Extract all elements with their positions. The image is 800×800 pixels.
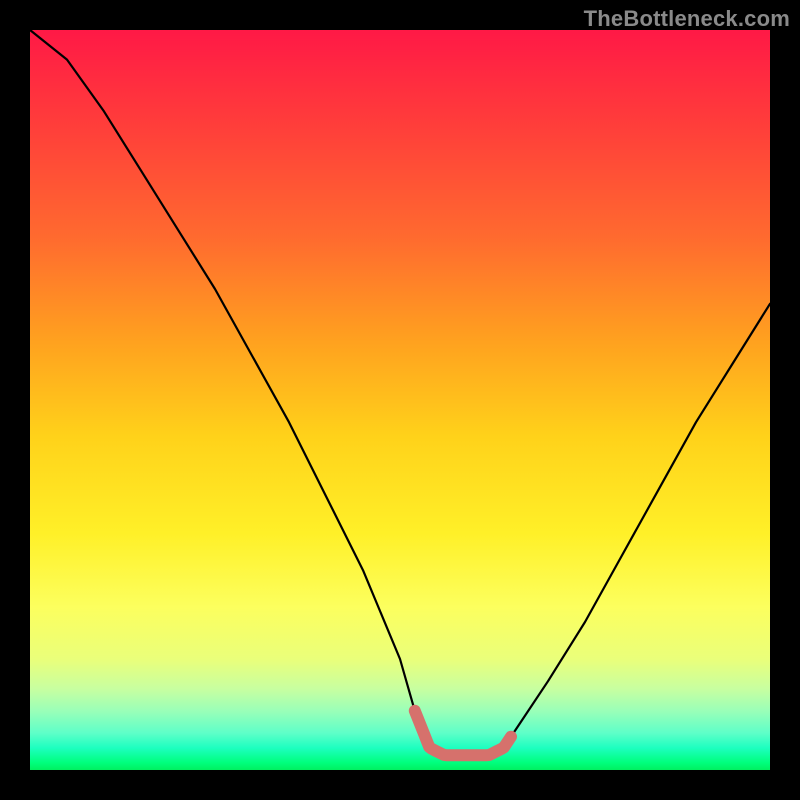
bottleneck-curve — [30, 30, 770, 755]
watermark-label: TheBottleneck.com — [584, 6, 790, 32]
curve-layer — [30, 30, 770, 770]
optimal-range-band — [415, 711, 511, 755]
plot-area — [30, 30, 770, 770]
chart-frame: TheBottleneck.com — [0, 0, 800, 800]
